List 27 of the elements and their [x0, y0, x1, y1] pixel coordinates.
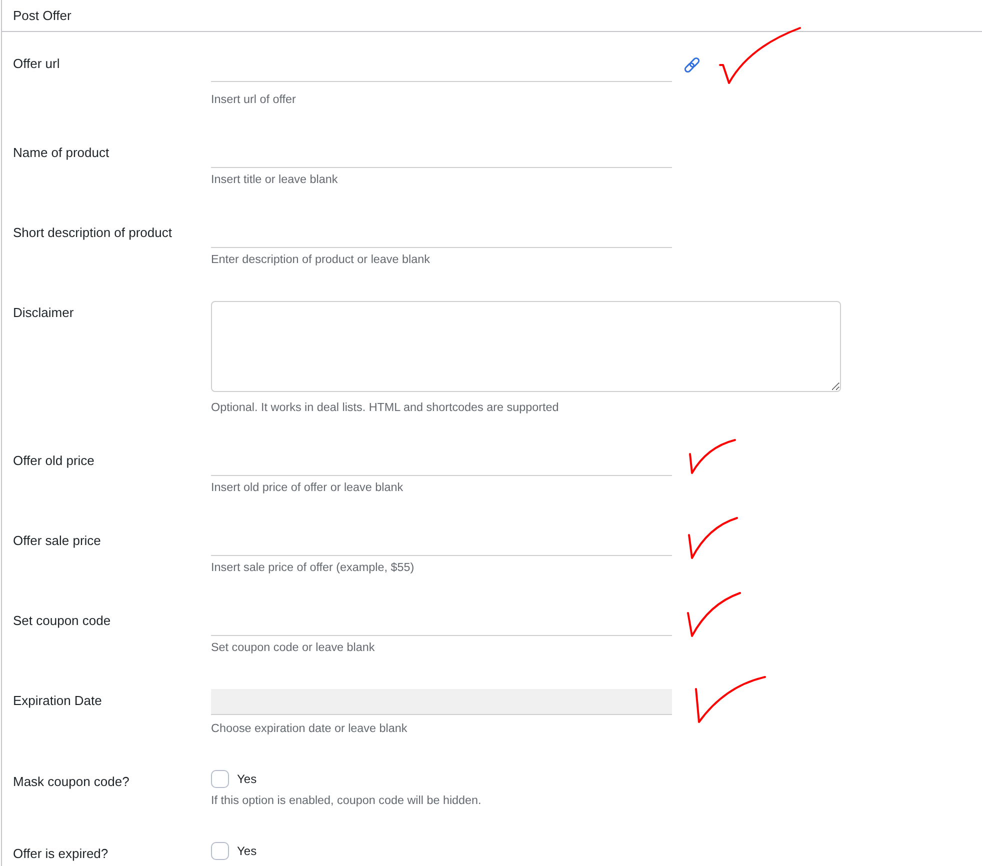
help-text: Optional. It works in deal lists. HTML and shortcodes are supported [211, 400, 559, 416]
help-text: Insert title or leave blank [211, 172, 338, 188]
help-text: Set coupon code or leave blank [211, 640, 375, 656]
option-label[interactable]: Yes [237, 842, 257, 860]
field-label: Set coupon code [13, 612, 111, 630]
field-label: Disclaimer [13, 304, 74, 322]
panel-title: Post Offer [13, 6, 72, 24]
field-label: Offer sale price [13, 532, 101, 550]
field-label: Mask coupon code? [13, 773, 130, 791]
help-text: Insert sale price of offer (example, $55) [211, 560, 414, 576]
help-text: Enter description of product or leave blank [211, 252, 430, 268]
date-field[interactable] [211, 689, 672, 715]
option-label[interactable]: Yes [237, 770, 257, 788]
field-label: Offer url [13, 55, 60, 73]
field-label: Short description of product [13, 224, 172, 242]
help-text: Insert url of offer [211, 92, 296, 108]
field-label: Offer old price [13, 452, 94, 470]
checkbox[interactable] [211, 842, 229, 860]
textarea-field[interactable] [211, 301, 841, 392]
help-text: Insert old price of offer or leave blank [211, 480, 404, 496]
field-label: Expiration Date [13, 692, 102, 710]
field-label: Offer is expired? [13, 845, 108, 863]
help-text: If this option is enabled, coupon code will be hidden. [211, 793, 482, 809]
help-text: Choose expiration date or leave blank [211, 721, 408, 737]
field-label: Name of product [13, 144, 110, 162]
link-icon[interactable] [683, 56, 701, 74]
checkbox[interactable] [211, 770, 229, 788]
